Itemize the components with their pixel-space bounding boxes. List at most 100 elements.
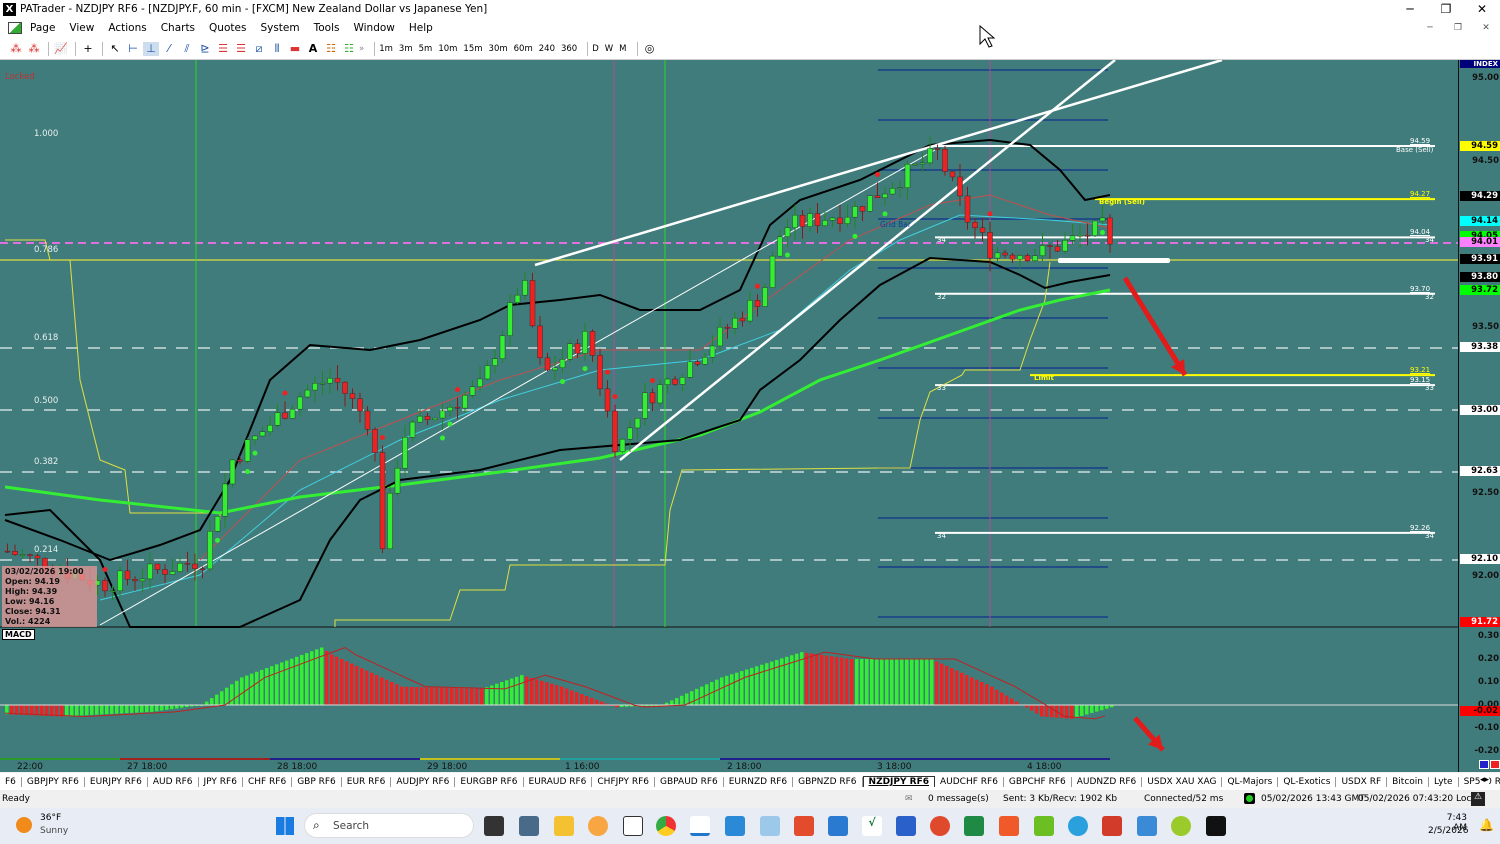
scroll-end-icon[interactable] [1490, 760, 1500, 769]
weather-desc[interactable]: Sunny [40, 826, 68, 836]
mdi-minimize-button[interactable]: ─ [1416, 18, 1444, 38]
period-monthly[interactable]: M [619, 44, 626, 54]
toolbox-app-icon[interactable] [1102, 816, 1122, 836]
tab-ql-exotics[interactable]: QL-Exotics [1278, 776, 1337, 787]
period-weekly[interactable]: W [605, 44, 613, 54]
levels-icon[interactable]: ☷ [323, 42, 339, 56]
price-chart[interactable]: Locked Grid Bar 94.59 Base (Sell) 94.27 Beg… [0, 60, 1500, 772]
tab-eur-rf6[interactable]: EUR RF6 [342, 776, 392, 787]
horizontal-line-icon[interactable]: ⊢ [125, 42, 141, 56]
tab-ql-majors[interactable]: QL-Majors [1222, 776, 1279, 787]
tab-jpy-rf6[interactable]: JPY RF6 [199, 776, 243, 787]
tab-nzdjpy-rf6[interactable]: NZDJPY RF6 [862, 776, 935, 787]
c-green-app-icon[interactable] [1034, 816, 1054, 836]
tab-gbpchf-rf6[interactable]: GBPCHF RF6 [1004, 776, 1072, 787]
tab-eurgbp-rf6[interactable]: EURGBP RF6 [455, 776, 524, 787]
w-app-icon[interactable] [1171, 816, 1191, 836]
phone-link-icon[interactable] [1137, 816, 1157, 836]
levels-alt-icon[interactable]: ☷ [341, 42, 357, 56]
tab-usdx-xau-xag[interactable]: USDX XAU XAG [1142, 776, 1223, 787]
fan-icon[interactable]: ⊵ [197, 42, 213, 56]
tradingview-icon[interactable]: √ [862, 816, 882, 836]
patrader-taskbar-icon[interactable] [690, 816, 710, 836]
timeframe-240[interactable]: 240 [539, 44, 555, 54]
menu-view[interactable]: View [69, 22, 94, 34]
tab-chf-rf6[interactable]: CHF RF6 [243, 776, 293, 787]
trendline-icon[interactable]: ⁄ [161, 42, 177, 56]
indicator-icon[interactable]: 📈 [53, 42, 69, 56]
menu-help[interactable]: Help [409, 22, 433, 34]
text-icon[interactable]: A [305, 42, 321, 56]
weather-sun-icon[interactable] [16, 817, 32, 833]
timeframe-1m[interactable]: 1m [379, 44, 393, 54]
minimize-button[interactable]: ─ [1392, 0, 1428, 18]
search-box[interactable]: ⌕ Search [304, 813, 474, 838]
tab-chfjpy-rf6[interactable]: CHFJPY RF6 [592, 776, 656, 787]
notepad-icon[interactable] [725, 816, 745, 836]
chart-canvas[interactable] [0, 60, 1458, 772]
tab-usdx-rf[interactable]: USDX RF [1336, 776, 1388, 787]
tab-f6[interactable]: F6 [0, 776, 22, 787]
fib-retracement-icon[interactable]: ☰ [215, 42, 231, 56]
weather-temp[interactable]: 36°F [40, 813, 61, 823]
alert-icon[interactable]: ⚠ [1471, 792, 1485, 806]
start-windows-icon[interactable] [276, 817, 294, 835]
menu-window[interactable]: Window [353, 22, 394, 34]
task-view-icon[interactable] [484, 816, 504, 836]
channel-icon[interactable]: ⫽ [179, 42, 195, 56]
s-blue-app-icon[interactable] [828, 816, 848, 836]
menu-quotes[interactable]: Quotes [209, 22, 246, 34]
menu-actions[interactable]: Actions [108, 22, 146, 34]
timeframe-10m[interactable]: 10m [438, 44, 457, 54]
tab-audchf-rf6[interactable]: AUDCHF RF6 [935, 776, 1004, 787]
mdi-close-button[interactable]: ✕ [1472, 18, 1500, 38]
tab-aud-rf6[interactable]: AUD RF6 [148, 776, 199, 787]
tab-euraud-rf6[interactable]: EURAUD RF6 [524, 776, 593, 787]
rectangle-icon[interactable]: ▬ [287, 42, 303, 56]
fib-extension-icon[interactable]: ☰ [233, 42, 249, 56]
timeframe-60m[interactable]: 60m [514, 44, 533, 54]
mdi-restore-button[interactable]: ❐ [1444, 18, 1472, 38]
menu-charts[interactable]: Charts [161, 22, 195, 34]
timeframe-30m[interactable]: 30m [489, 44, 508, 54]
notification-bell-icon[interactable]: 🔔 [1479, 818, 1494, 832]
gann-icon[interactable]: ⧄ [251, 42, 267, 56]
smlr-app-icon[interactable] [1206, 816, 1226, 836]
calculator-icon[interactable] [519, 816, 539, 836]
s-red-app-icon[interactable] [794, 816, 814, 836]
tab-gbpjpy-rf6[interactable]: GBPJPY RF6 [22, 776, 85, 787]
vertical-line-icon[interactable]: ⊥ [143, 41, 159, 56]
tab-scroll-arrows[interactable]: ◂▸ [1480, 775, 1490, 785]
maximize-button[interactable]: ❐ [1428, 0, 1464, 18]
close-button[interactable]: ✕ [1464, 0, 1500, 18]
timeframe-3m[interactable]: 3m [399, 44, 413, 54]
sell-icon[interactable]: ⁂ [8, 42, 24, 56]
tab-lyte[interactable]: Lyte [1429, 776, 1459, 787]
word-icon[interactable] [896, 816, 916, 836]
buy-icon[interactable]: ⁂ [26, 42, 42, 56]
mail-icon[interactable]: ✉ [905, 794, 913, 804]
zoom-in-icon[interactable] [1479, 760, 1489, 769]
c-red-app-icon[interactable] [999, 816, 1019, 836]
tab-eurnzd-rf6[interactable]: EURNZD RF6 [724, 776, 794, 787]
clock-date[interactable]: 2/5/2026 [1428, 826, 1468, 836]
timeframe-5m[interactable]: 5m [419, 44, 433, 54]
tab-gbpaud-rf6[interactable]: GBPAUD RF6 [655, 776, 724, 787]
clock-icon[interactable]: ◎ [642, 42, 658, 56]
timeframe-15m[interactable]: 15m [463, 44, 482, 54]
cycles-icon[interactable]: ⦀ [269, 42, 285, 56]
timeframe-360[interactable]: 360 [561, 44, 577, 54]
crosshair-icon[interactable]: + [80, 42, 96, 56]
chart-app-icon[interactable] [8, 22, 22, 34]
file-explorer-icon[interactable] [554, 816, 574, 836]
mail-app-icon[interactable] [588, 816, 608, 836]
chrome-icon[interactable] [656, 816, 676, 836]
pointer-icon[interactable]: ↖ [107, 42, 123, 56]
telegram-icon[interactable] [1068, 816, 1088, 836]
tab-bitcoin[interactable]: Bitcoin [1387, 776, 1429, 787]
price-axis[interactable]: INDEX 95.00 94.50 93.50 92.50 92.00 94.5… [1458, 60, 1500, 772]
tab-audnzd-rf6[interactable]: AUDNZD RF6 [1072, 776, 1143, 787]
tab-gbp-rf6[interactable]: GBP RF6 [292, 776, 342, 787]
menu-tools[interactable]: Tools [314, 22, 340, 34]
control-panel-icon[interactable] [760, 816, 780, 836]
